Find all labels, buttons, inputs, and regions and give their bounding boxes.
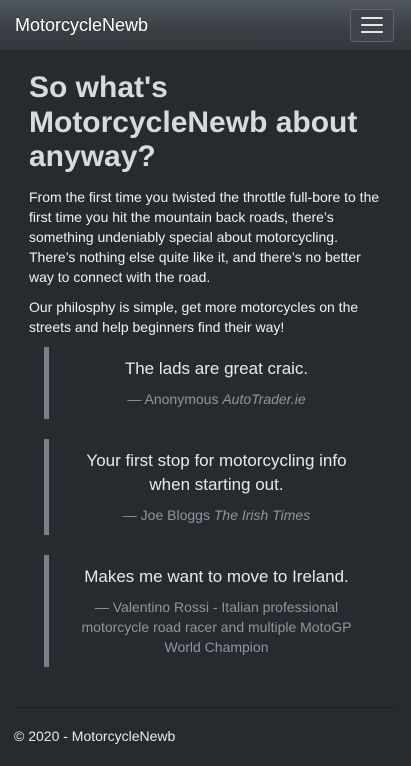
- brand-link[interactable]: MotorcycleNewb: [15, 15, 148, 36]
- testimonial-attribution: — Anonymous AutoTrader.ie: [69, 389, 364, 409]
- testimonial-quote: Your first stop for motorcycling info wh…: [86, 450, 347, 494]
- footer: © 2020 - MotorcycleNewb: [0, 708, 411, 764]
- philosophy-paragraph: Our philosphy is simple, get more motorc…: [29, 298, 359, 335]
- testimonial-author: — Joe Bloggs: [122, 506, 210, 523]
- testimonial-author: — Valentino Rossi - Italian professional…: [81, 598, 352, 655]
- navbar-toggle-button[interactable]: [350, 8, 394, 42]
- testimonial-source: The Irish Times: [213, 506, 311, 523]
- testimonial-attribution: — Joe Bloggs The Irish Times: [69, 505, 364, 525]
- navbar: MotorcycleNewb: [0, 0, 411, 51]
- testimonial-source: AutoTrader.ie: [222, 390, 306, 407]
- hamburger-menu-icon: [361, 31, 383, 33]
- page-heading: So what's MotorcycleNewb about anyway?: [29, 71, 358, 173]
- hamburger-menu-icon: [361, 24, 383, 26]
- testimonial-attribution: — Valentino Rossi - Italian professional…: [69, 597, 364, 657]
- testimonial-quote: The lads are great craic.: [124, 358, 309, 378]
- testimonial-quote: Makes me want to move to Ireland.: [84, 566, 349, 586]
- testimonial: Makes me want to move to Ireland. — Vale…: [44, 554, 382, 667]
- main-content: So what's MotorcycleNewb about anyway? F…: [0, 51, 411, 667]
- copyright-text: © 2020 - MotorcycleNewb: [14, 727, 176, 744]
- testimonial-author: — Anonymous: [127, 390, 219, 407]
- testimonials: The lads are great craic. — Anonymous Au…: [29, 346, 382, 667]
- hamburger-menu-icon: [361, 17, 383, 19]
- intro-paragraph: From the first time you twisted the thro…: [29, 188, 380, 285]
- testimonial: The lads are great craic. — Anonymous Au…: [44, 346, 382, 419]
- testimonial: Your first stop for motorcycling info wh…: [44, 438, 382, 535]
